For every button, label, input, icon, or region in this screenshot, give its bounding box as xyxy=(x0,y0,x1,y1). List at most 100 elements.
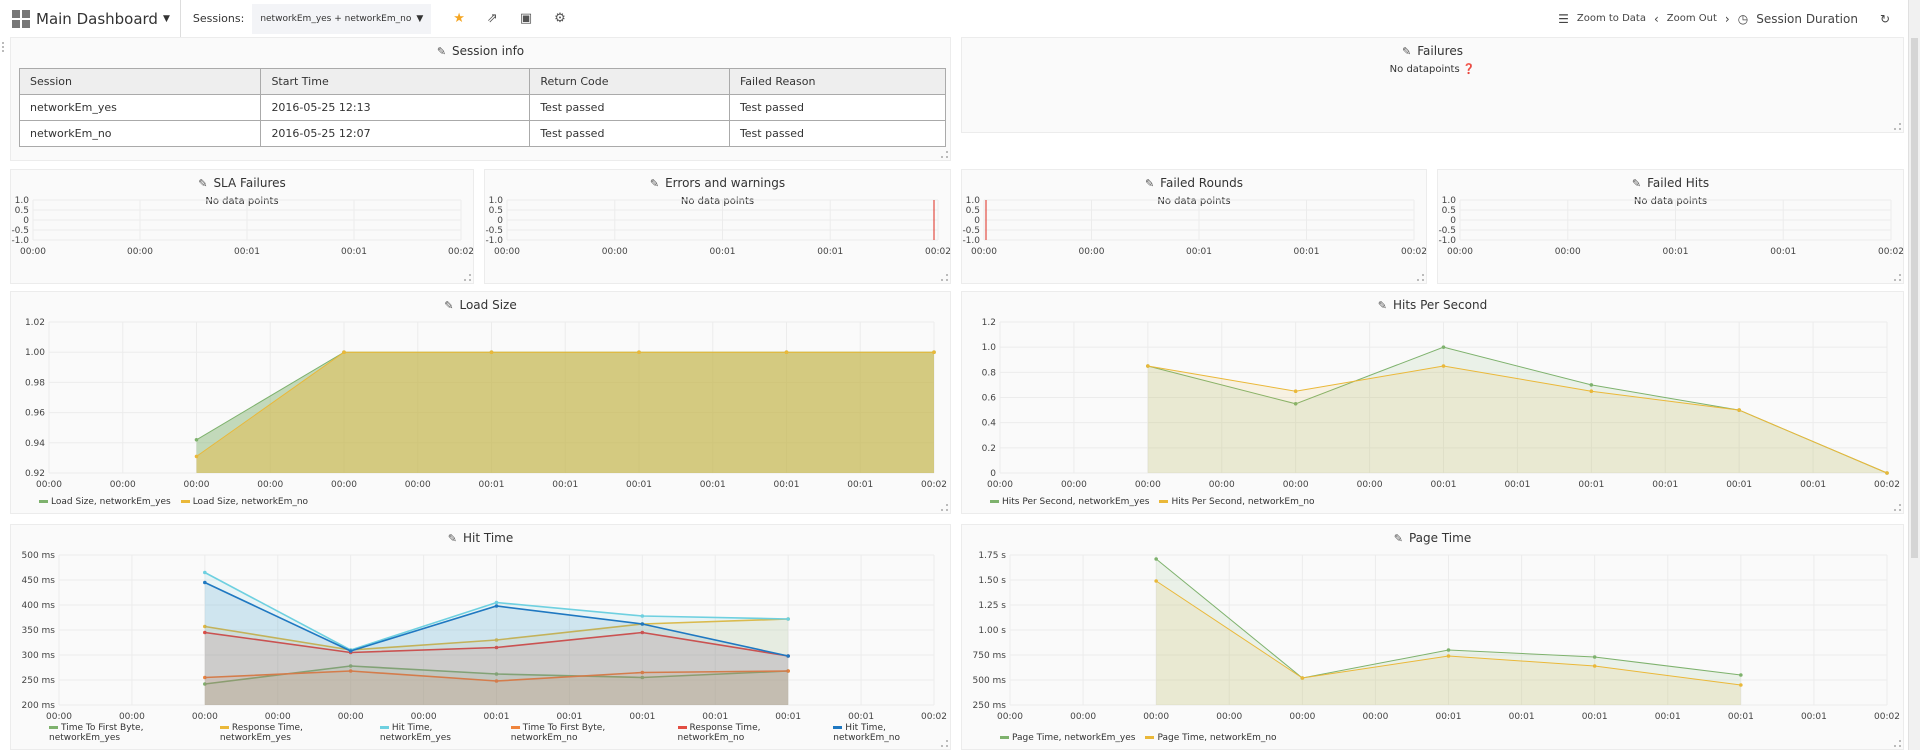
column-header: Failed Reason xyxy=(728,68,947,95)
page-scrollbar[interactable] xyxy=(1908,0,1920,750)
star-icon[interactable]: ★ xyxy=(453,11,465,26)
legend-swatch xyxy=(990,500,999,503)
sessions-select[interactable]: networkEm_yes + networkEm_no ▼ xyxy=(252,3,432,34)
legend: Time To First Byte, networkEm_yes Respons… xyxy=(49,723,950,743)
data-point xyxy=(1154,557,1158,561)
x-tick-label: 00:02 xyxy=(1401,247,1427,257)
x-tick-label: 00:01 xyxy=(626,480,652,490)
table-cell: 2016-05-25 12:07 xyxy=(260,120,531,147)
hittime-chart: 500 ms 450 ms 400 ms 350 ms 300 ms 250 ms 200 … xyxy=(22,551,947,722)
y-tick-label: 1.0 xyxy=(15,196,30,206)
dashboard-grid-icon xyxy=(12,9,30,28)
x-tick-label: 00:01 xyxy=(1186,247,1212,257)
y-tick-label: 0.96 xyxy=(25,409,45,419)
y-tick-label: 250 ms xyxy=(973,701,1007,711)
panel-title[interactable]: ✎ Failures xyxy=(962,44,1903,58)
y-tick-label: -1.0 xyxy=(962,236,980,246)
data-point xyxy=(342,350,346,354)
legend-item[interactable]: Hits Per Second, networkEm_no xyxy=(1159,497,1315,507)
y-tick-label: 500 ms xyxy=(22,551,56,561)
x-tick-label: 00:00 xyxy=(1061,480,1087,490)
failures-panel: ✎ Failures No datapoints ❓ xyxy=(961,37,1904,133)
share-icon[interactable]: ⇗ xyxy=(487,11,498,26)
zoom-to-data-icon[interactable]: ☰ xyxy=(1558,12,1569,26)
resize-handle[interactable] xyxy=(941,274,948,281)
resize-handle[interactable] xyxy=(1894,274,1901,281)
resize-handle[interactable] xyxy=(941,151,948,158)
x-tick-label: 00:00 xyxy=(411,712,437,722)
top-bar: Main Dashboard ▼ Sessions: networkEm_yes… xyxy=(0,0,1920,37)
save-icon[interactable]: ▣ xyxy=(520,11,532,26)
legend-item[interactable]: Page Time, networkEm_no xyxy=(1145,733,1277,743)
data-point xyxy=(489,350,494,354)
y-tick-label: 0 xyxy=(990,469,996,479)
x-tick-label: 00:01 xyxy=(710,247,736,257)
resize-handle[interactable] xyxy=(464,274,471,281)
gear-icon[interactable]: ⚙ xyxy=(554,11,566,26)
table-cell: Test passed xyxy=(529,120,730,147)
y-tick-label: 0.5 xyxy=(966,206,980,216)
drag-handle[interactable] xyxy=(2,42,6,52)
load-chart: 1.021.000.980.960.940.9200:00 00:00 00:00 0… xyxy=(25,318,947,490)
data-point xyxy=(348,649,353,653)
legend-item[interactable]: Time To First Byte, networkEm_no xyxy=(510,723,668,743)
x-tick-label: 00:02 xyxy=(448,247,474,257)
legend-item[interactable]: Response Time, networkEm_yes xyxy=(219,723,370,743)
scrollbar-thumb[interactable] xyxy=(1911,38,1918,558)
resize-handle[interactable] xyxy=(1894,740,1901,747)
x-tick-label: 00:01 xyxy=(1509,712,1535,722)
legend-item[interactable]: Hit Time, networkEm_no xyxy=(833,723,950,743)
legend-swatch xyxy=(833,726,843,729)
data-point xyxy=(1592,664,1597,668)
x-tick-label: 00:02 xyxy=(1878,247,1904,257)
x-tick-label: 00:01 xyxy=(817,247,843,257)
x-tick-label: 00:01 xyxy=(234,247,260,257)
panel-title[interactable]: ✎ Session info xyxy=(11,44,950,58)
y-tick-label: 1.02 xyxy=(25,318,45,328)
legend-item[interactable]: Hit Time, networkEm_yes xyxy=(379,723,501,743)
sessions-value: networkEm_yes + networkEm_no xyxy=(260,13,412,24)
legend-item[interactable]: Response Time, networkEm_no xyxy=(677,723,824,743)
data-point xyxy=(1441,364,1446,368)
zoom-to-data-button[interactable]: Zoom to Data xyxy=(1577,13,1646,24)
legend-label: Response Time, networkEm_yes xyxy=(219,723,303,743)
resize-handle[interactable] xyxy=(941,740,948,747)
chevron-right-icon[interactable]: › xyxy=(1725,12,1730,26)
legend-item[interactable]: Page Time, networkEm_yes xyxy=(1000,733,1135,743)
legend-item[interactable]: Load Size, networkEm_no xyxy=(180,497,308,507)
y-tick-label: 0.92 xyxy=(25,469,45,479)
sla-panel: ✎ SLA Failures No data points 1.0 0.5 0 -0.5 -1… xyxy=(10,169,474,284)
legend-item[interactable]: Time To First Byte, networkEm_yes xyxy=(49,723,210,743)
errors-panel: ✎ Errors and warnings No data points 1.0 0.5… xyxy=(484,169,951,284)
session-duration-button[interactable]: Session Duration xyxy=(1756,12,1858,26)
resize-handle[interactable] xyxy=(1417,274,1424,281)
chevron-left-icon[interactable]: ‹ xyxy=(1654,12,1659,26)
table-cell: Test passed xyxy=(529,94,730,121)
data-point xyxy=(640,614,645,618)
table-row: networkEm_yes 2016-05-25 12:13 Test pass… xyxy=(18,94,947,121)
resize-handle[interactable] xyxy=(1894,504,1901,511)
refresh-icon[interactable]: ↻ xyxy=(1880,12,1890,26)
zoom-out-button[interactable]: Zoom Out xyxy=(1667,13,1717,24)
legend-item[interactable]: Hits Per Second, networkEm_yes xyxy=(990,497,1149,507)
y-tick-label: 0 xyxy=(497,216,503,226)
column-header: Return Code xyxy=(529,68,730,95)
x-tick-label: 00:01 xyxy=(1582,712,1608,722)
legend-label: Page Time, networkEm_no xyxy=(1157,733,1277,743)
x-tick-label: 00:01 xyxy=(1294,247,1320,257)
x-tick-label: 00:00 xyxy=(1143,712,1169,722)
table-cell: 2016-05-25 12:13 xyxy=(260,94,531,121)
legend-item[interactable]: Load Size, networkEm_yes xyxy=(39,497,171,507)
session-table: Session Start Time Return Code Failed Re… xyxy=(18,68,947,147)
y-tick-label: 0.6 xyxy=(982,394,997,404)
legend-label: Page Time, networkEm_yes xyxy=(1012,733,1136,743)
help-icon[interactable]: ❓ xyxy=(1463,64,1475,75)
pencil-icon: ✎ xyxy=(436,45,447,58)
resize-handle[interactable] xyxy=(1894,123,1901,130)
y-tick-label: -0.5 xyxy=(485,226,503,236)
hittime-panel: ✎ Hit Time 500 ms 450 ms 400 ms 350 ms 300 ms 2… xyxy=(10,524,951,750)
dashboard-menu[interactable]: Main Dashboard ▼ xyxy=(0,0,181,37)
data-point xyxy=(1446,654,1451,658)
resize-handle[interactable] xyxy=(941,504,948,511)
x-tick-label: 00:01 xyxy=(1431,480,1457,490)
